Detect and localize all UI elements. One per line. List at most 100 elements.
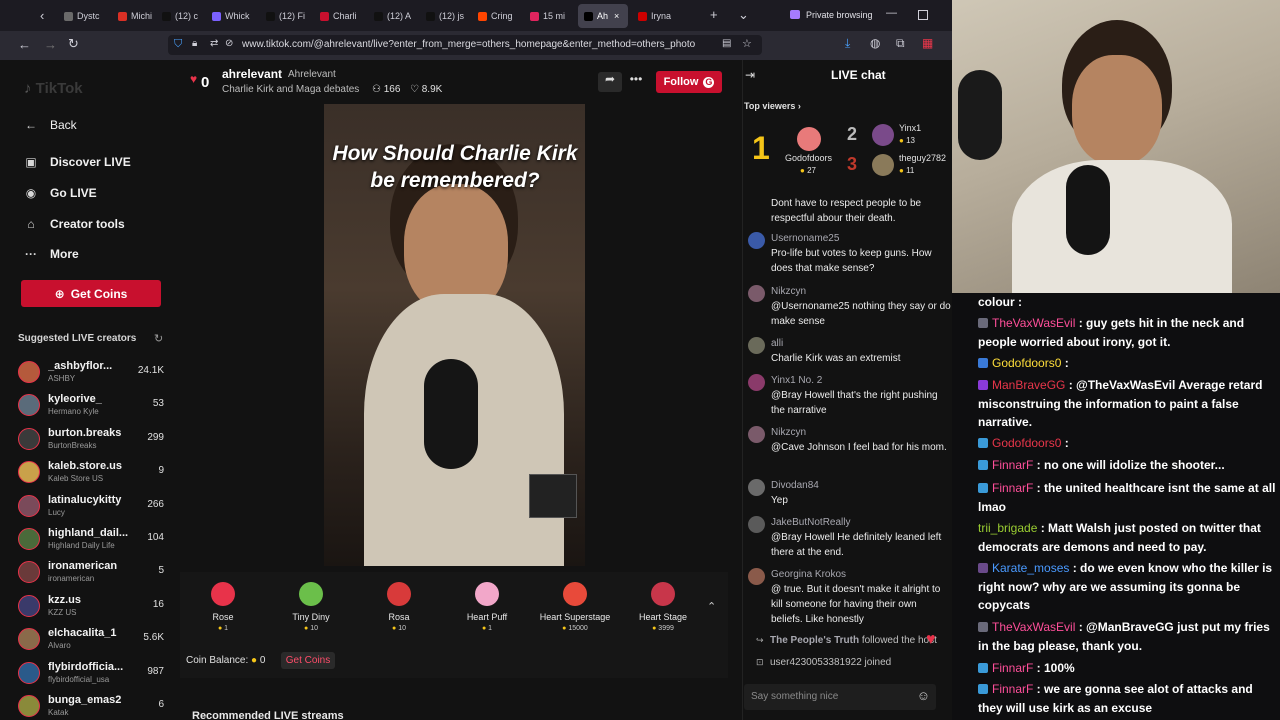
twitch-username[interactable]: trii_brigade xyxy=(978,521,1037,535)
chat-username[interactable]: Divodan84 xyxy=(771,480,819,491)
sidebar-item-back[interactable]: ← Back xyxy=(24,118,77,132)
suggested-creator[interactable]: latinalucykitty Lucy 266 xyxy=(18,493,166,523)
reader-view-icon[interactable]: ▤ xyxy=(722,38,731,49)
browser-tab[interactable]: Ah × xyxy=(578,4,628,28)
suggested-creator[interactable]: kzz.us KZZ US 16 xyxy=(18,593,166,623)
permissions-icon[interactable]: ⇄ xyxy=(210,38,218,49)
downloads-icon[interactable]: ⤓ xyxy=(845,36,850,51)
follow-button[interactable]: Follow G xyxy=(656,71,722,93)
share-icon[interactable]: ➦ xyxy=(598,72,622,92)
browser-tab[interactable]: (12) js xyxy=(420,4,470,28)
extensions-icon[interactable]: ⧉ xyxy=(896,36,905,51)
rank-1-avatar[interactable] xyxy=(797,127,821,151)
browser-tab[interactable]: Michi xyxy=(112,4,154,28)
streamer-username[interactable]: ahrelevant xyxy=(222,67,282,81)
maximize-window-icon[interactable] xyxy=(918,10,928,20)
minimize-window-icon[interactable]: — xyxy=(886,7,897,19)
new-tab-icon[interactable]: + xyxy=(710,7,718,22)
creator-nickname: Hermano Kyle xyxy=(48,407,99,417)
chat-avatar[interactable] xyxy=(748,285,765,302)
forward-arrow-icon[interactable]: → xyxy=(44,37,57,52)
more-options-icon[interactable]: ••• xyxy=(626,72,646,92)
extension-badge-icon[interactable]: ▦ xyxy=(922,36,933,50)
sidebar-item-creator-tools[interactable]: ⌂ Creator tools xyxy=(24,217,124,231)
gift-item[interactable]: Heart Superstage ● 15000 xyxy=(535,582,615,632)
gift-item[interactable]: Rosa ● 10 xyxy=(359,582,439,632)
rank-2-avatar[interactable] xyxy=(872,124,894,146)
browser-tab[interactable]: (12) Fi xyxy=(260,4,312,28)
emoji-icon[interactable]: ☺ xyxy=(917,688,930,703)
reload-icon[interactable]: ↻ xyxy=(68,36,79,52)
browser-tab[interactable]: Cring xyxy=(472,4,522,28)
close-tab-icon[interactable]: × xyxy=(614,11,619,21)
collapse-chat-icon[interactable]: ⇥ xyxy=(745,68,755,82)
suggested-creator[interactable]: flybirdofficia... flybirdofficial_usa 987 xyxy=(18,660,166,690)
sidebar-item-more[interactable]: ··· More xyxy=(24,247,79,261)
tiktok-logo[interactable]: ♪ TikTok xyxy=(24,80,83,97)
chat-username[interactable]: Nikzcyn xyxy=(771,286,806,297)
tab-scroll-left-icon[interactable]: ‹ xyxy=(40,8,44,23)
gift-expand-chevron-up-icon[interactable]: ⌃ xyxy=(707,600,716,613)
gift-item[interactable]: Heart Puff ● 1 xyxy=(447,582,527,632)
twitch-username[interactable]: FinnarF xyxy=(992,682,1033,696)
browser-tab[interactable]: Charli xyxy=(314,4,366,28)
chat-input[interactable]: Say something nice ☺ xyxy=(744,684,936,710)
sidebar-item-discover-live[interactable]: ▣ Discover LIVE xyxy=(24,155,130,169)
suggested-creator[interactable]: highland_dail... Highland Daily Life 104 xyxy=(18,526,166,556)
twitch-username[interactable]: Godofdoors0 xyxy=(992,356,1061,370)
shield-icon[interactable]: ⛉ xyxy=(174,38,182,51)
suggested-creator[interactable]: _ashbyflor... ASHBY 24.1K xyxy=(18,359,166,389)
chat-avatar[interactable] xyxy=(748,516,765,533)
browser-tab[interactable]: Iryna xyxy=(632,4,702,28)
suggested-creator[interactable]: bunga_emas2 Katak 6 xyxy=(18,693,166,720)
top-viewers-link[interactable]: Top viewers › xyxy=(744,101,801,111)
chat-avatar[interactable] xyxy=(748,337,765,354)
gift-item[interactable]: Tiny Diny ● 10 xyxy=(271,582,351,632)
guest-thumbnail[interactable] xyxy=(529,474,577,518)
browser-tab[interactable]: 15 mi xyxy=(524,4,576,28)
refresh-icon[interactable]: ↻ xyxy=(154,332,163,345)
browser-tab[interactable]: Whick xyxy=(206,4,258,28)
suggested-creator[interactable]: ironamerican ironamerican 5 xyxy=(18,559,166,589)
gift-item[interactable]: Heart Stage ● 3999 xyxy=(623,582,703,632)
twitch-username[interactable]: FinnarF xyxy=(992,661,1033,675)
get-coins-button[interactable]: ⊕ Get Coins xyxy=(21,280,161,307)
suggested-creator[interactable]: burton.breaks BurtonBreaks 299 xyxy=(18,426,166,456)
chat-username[interactable]: Yinx1 No. 2 xyxy=(771,375,822,386)
browser-tab[interactable]: Dystc xyxy=(58,4,108,28)
twitch-username[interactable]: TheVaxWasEvil xyxy=(992,620,1075,634)
tab-list-chevron-down-icon[interactable]: ⌄ xyxy=(738,7,749,23)
chat-avatar[interactable] xyxy=(748,374,765,391)
browser-tab[interactable]: (12) A xyxy=(368,4,418,28)
creator-name: kyleorive_ xyxy=(48,393,102,406)
browser-tab[interactable]: (12) c xyxy=(156,4,204,28)
chat-username[interactable]: Usernoname25 xyxy=(771,233,839,244)
suggested-creator[interactable]: kaleb.store.us Kaleb Store US 9 xyxy=(18,459,166,489)
chat-avatar[interactable] xyxy=(748,232,765,249)
chat-avatar[interactable] xyxy=(748,568,765,585)
twitch-username[interactable]: Godofdoors0 xyxy=(992,436,1061,450)
chat-username[interactable]: JakeButNotReally xyxy=(771,517,850,528)
twitch-username[interactable]: FinnarF xyxy=(992,458,1033,472)
camera-off-icon[interactable]: ⊘ xyxy=(225,38,233,49)
suggested-creator[interactable]: kyleorive_ Hermano Kyle 53 xyxy=(18,392,166,422)
back-arrow-icon[interactable]: ← xyxy=(18,37,31,52)
chat-username[interactable]: Nikzcyn xyxy=(771,427,806,438)
get-coins-small-button[interactable]: Get Coins xyxy=(281,652,335,669)
gift-item[interactable]: Rose ● 1 xyxy=(183,582,263,632)
twitch-username[interactable]: ManBraveGG xyxy=(992,378,1065,392)
twitch-username[interactable]: FinnarF xyxy=(992,481,1033,495)
creator-name: ironamerican xyxy=(48,560,118,573)
bookmark-star-icon[interactable]: ☆ xyxy=(742,37,752,50)
rank-3-avatar[interactable] xyxy=(872,154,894,176)
twitch-username[interactable]: TheVaxWasEvil xyxy=(992,316,1075,330)
chat-avatar[interactable] xyxy=(748,479,765,496)
twitch-username[interactable]: Karate_moses xyxy=(992,561,1069,575)
suggested-creator[interactable]: elchacalita_1 Alvaro 5.6K xyxy=(18,626,166,656)
account-icon[interactable]: ◍ xyxy=(870,36,880,50)
lock-icon[interactable]: 🔒︎ xyxy=(192,38,197,49)
chat-username[interactable]: Georgina Krokos xyxy=(771,569,846,580)
chat-avatar[interactable] xyxy=(748,426,765,443)
sidebar-item-go-live[interactable]: ◉ Go LIVE xyxy=(24,186,97,200)
chat-username[interactable]: alli xyxy=(771,338,783,349)
